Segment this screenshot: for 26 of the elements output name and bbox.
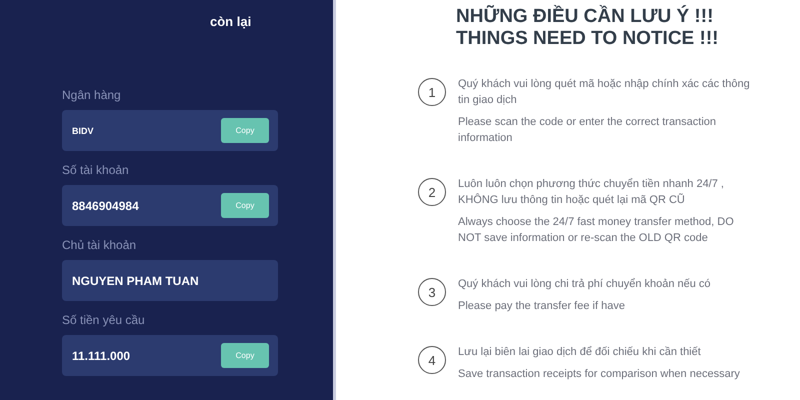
copy-button[interactable]: Copy bbox=[221, 193, 269, 218]
field-value: BIDV bbox=[72, 126, 94, 136]
copy-button[interactable]: Copy bbox=[221, 343, 269, 368]
field-label: Số tiền yêu cầu bbox=[62, 313, 146, 327]
notice-translation: Save transaction receipts for comparison when necessary bbox=[458, 367, 741, 382]
field-label: Số tài khoản bbox=[62, 163, 130, 177]
field-value: 8846904984 bbox=[72, 198, 139, 212]
notice-translation: Please pay the transfer fee if have bbox=[458, 299, 626, 314]
notice-title: NHỮNG ĐIỀU CẦN LƯU Ý !!! bbox=[456, 6, 714, 28]
step-number: 2 bbox=[418, 178, 446, 206]
notice-title: THINGS NEED TO NOTICE !!! bbox=[456, 28, 720, 50]
field-label: Ngân hàng bbox=[62, 88, 122, 102]
field-label: Chủ tài khoản bbox=[62, 238, 138, 252]
notice-translation: Please scan the code or enter the correct transaction information bbox=[458, 115, 718, 146]
notice-text: Quý khách vui lòng quét mã hoặc nhập chính xác các thông tin giao dịch bbox=[458, 77, 751, 108]
field-value: 11.111.000 bbox=[72, 348, 130, 362]
panel-heading: còn lại bbox=[210, 14, 252, 31]
notice-translation: Always choose the 24/7 fast money transfer method, DO NOT save information or re-scan the OLD QR code bbox=[458, 215, 735, 246]
step-number: 4 bbox=[418, 346, 446, 374]
copy-button[interactable]: Copy bbox=[221, 118, 269, 143]
step-number: 1 bbox=[418, 78, 446, 106]
field-value: NGUYEN PHAM TUAN bbox=[72, 274, 199, 288]
step-number: 3 bbox=[418, 278, 446, 306]
notice-text: Luôn luôn chọn phương thức chuyển tiền nhanh 24/7 , KHÔNG lưu thông tin hoặc quét lại mã QR CŨ bbox=[458, 177, 725, 208]
notice-text: Quý khách vui lòng chi trả phí chuyển khoản nếu có bbox=[458, 277, 712, 292]
notice-text: Lưu lại biên lai giao dịch để đối chiếu khi cần thiết bbox=[458, 345, 702, 360]
